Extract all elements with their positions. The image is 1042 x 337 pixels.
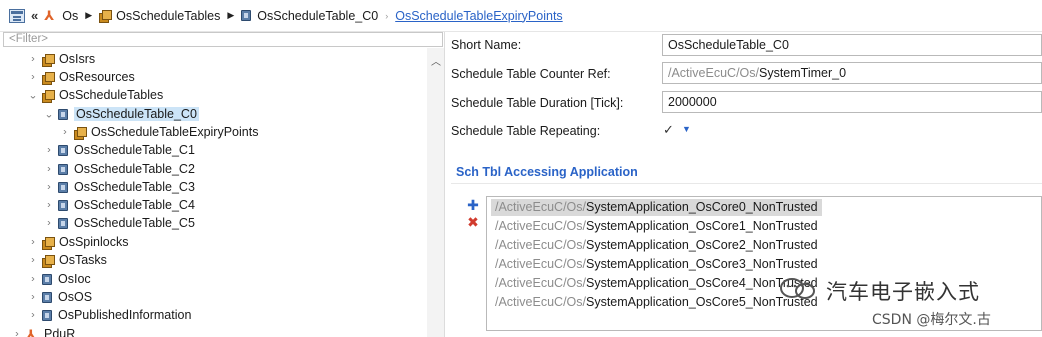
module-icon	[42, 89, 55, 103]
expand-chevron-icon[interactable]: ›	[43, 164, 55, 175]
scroll-up-icon[interactable]: ︿	[431, 53, 441, 68]
repeating-dropdown-icon[interactable]: ▼	[682, 124, 691, 134]
expand-chevron-icon[interactable]: ›	[43, 145, 55, 156]
tree-node-osscheduletable-c4[interactable]: › OsScheduleTable_C4	[43, 196, 195, 214]
list-item[interactable]: /ActiveEcuC/Os/SystemApplication_OsCore4…	[491, 275, 822, 292]
breadcrumb-item-os[interactable]: ⅄ Os ▶	[44, 9, 99, 23]
back-chevrons-icon[interactable]: «	[31, 8, 38, 23]
tree-node-osspinlocks[interactable]: › OsSpinlocks	[27, 233, 128, 251]
container-icon	[58, 199, 68, 211]
container-icon	[58, 217, 68, 229]
expand-chevron-icon[interactable]: ›	[27, 255, 39, 266]
duration-field[interactable]: 2000000	[662, 91, 1042, 113]
expand-chevron-icon[interactable]: ›	[27, 292, 39, 303]
duration-label: Schedule Table Duration [Tick]:	[451, 96, 624, 110]
tree-node-osisrs[interactable]: › OsIsrs	[27, 50, 95, 68]
breadcrumb-link-expiry-points[interactable]: OsScheduleTableExpiryPoints	[395, 9, 562, 23]
tree-node-osscheduletable-c2[interactable]: › OsScheduleTable_C2	[43, 160, 195, 178]
collapse-chevron-icon[interactable]: ⌄	[43, 108, 55, 120]
breadcrumb-item-schedule-tables[interactable]: OsScheduleTables ▶	[99, 9, 241, 23]
delete-icon[interactable]: ✖	[467, 215, 479, 229]
module-icon	[42, 254, 55, 268]
breadcrumb-separator-icon: ▶	[85, 10, 93, 20]
expand-chevron-icon[interactable]: ›	[27, 54, 39, 65]
container-icon	[58, 163, 68, 175]
tree-node-osioc[interactable]: › OsIoc	[27, 270, 91, 288]
wechat-logo-icon	[780, 278, 815, 299]
repeating-label: Schedule Table Repeating:	[451, 124, 601, 138]
section-title: Sch Tbl Accessing Application	[456, 165, 638, 179]
expand-chevron-icon[interactable]: ›	[43, 218, 55, 229]
expand-chevron-icon[interactable]: ›	[59, 127, 71, 138]
container-icon	[241, 10, 252, 21]
container-icon	[42, 291, 52, 303]
section-divider	[451, 183, 1042, 184]
module-icon	[42, 236, 55, 250]
tree-node-osos[interactable]: › OsOS	[27, 288, 92, 306]
tree-node-ostasks[interactable]: › OsTasks	[27, 251, 107, 269]
module-icon	[74, 126, 87, 140]
expand-chevron-icon[interactable]: ›	[27, 237, 39, 248]
watermark-subtitle: CSDN @梅尔文.古	[872, 312, 991, 328]
breadcrumb-item-schedule-table-c0[interactable]: OsScheduleTable_C0 ›	[241, 9, 395, 23]
tree-node-osresources[interactable]: › OsResources	[27, 68, 135, 86]
os-module-icon: ⅄	[44, 8, 55, 23]
tree-node-osscheduletable-c0[interactable]: ⌄ OsScheduleTable_C0	[43, 105, 199, 123]
add-icon[interactable]: ✚	[467, 198, 479, 212]
tree-panel: <Filter> ︿ › OsIsrs › OsResources ⌄ OsSched…	[0, 32, 445, 337]
collapse-chevron-icon[interactable]: ⌄	[27, 89, 39, 101]
tree-node-osscheduletables[interactable]: ⌄ OsScheduleTables	[27, 86, 163, 104]
show-in-tree-icon[interactable]	[9, 8, 25, 23]
expand-chevron-icon[interactable]: ›	[27, 274, 39, 285]
tree-node-pdur[interactable]: › ⅄ PduR	[11, 325, 75, 337]
repeating-checkbox[interactable]: ✓	[663, 123, 677, 137]
breadcrumb-separator-icon: ›	[385, 10, 389, 21]
counter-ref-label: Schedule Table Counter Ref:	[451, 67, 611, 81]
container-icon	[42, 309, 52, 321]
breadcrumb-bar: « ⅄ Os ▶ OsScheduleTables ▶ OsScheduleTa…	[0, 0, 1042, 32]
os-module-icon: ⅄	[26, 326, 36, 337]
counter-ref-prefix: /ActiveEcuC/Os/	[668, 66, 759, 80]
expand-chevron-icon[interactable]: ›	[43, 200, 55, 211]
module-icon	[42, 71, 55, 85]
tree-node-osscheduletable-c1[interactable]: › OsScheduleTable_C1	[43, 141, 195, 159]
expand-chevron-icon[interactable]: ›	[27, 310, 39, 321]
expand-chevron-icon[interactable]: ›	[43, 182, 55, 193]
list-item[interactable]: /ActiveEcuC/Os/SystemApplication_OsCore3…	[491, 256, 822, 273]
container-icon	[58, 144, 68, 156]
breadcrumb-separator-icon: ▶	[227, 10, 235, 20]
list-item[interactable]: /ActiveEcuC/Os/SystemApplication_OsCore2…	[491, 237, 822, 254]
list-item[interactable]: /ActiveEcuC/Os/SystemApplication_OsCore5…	[491, 294, 822, 311]
container-icon	[58, 181, 68, 193]
tree-scrollbar[interactable]: ︿	[427, 48, 444, 337]
tree-node-ospublishedinformation[interactable]: › OsPublishedInformation	[27, 306, 191, 324]
counter-ref-value: SystemTimer_0	[759, 66, 847, 80]
tree-node-expiry-points[interactable]: › OsScheduleTableExpiryPoints	[59, 123, 258, 141]
container-icon	[42, 273, 52, 285]
watermark-title: 汽车电子嵌入式	[826, 280, 980, 304]
expand-chevron-icon[interactable]: ›	[27, 72, 39, 83]
tree-node-osscheduletable-c5[interactable]: › OsScheduleTable_C5	[43, 214, 195, 232]
expand-chevron-icon[interactable]: ›	[11, 329, 23, 337]
module-icon	[42, 53, 55, 67]
counter-ref-field[interactable]: /ActiveEcuC/Os/SystemTimer_0	[662, 62, 1042, 84]
short-name-label: Short Name:	[451, 38, 522, 52]
tree-node-osscheduletable-c3[interactable]: › OsScheduleTable_C3	[43, 178, 195, 196]
module-icon	[99, 10, 113, 23]
list-item[interactable]: /ActiveEcuC/Os/SystemApplication_OsCore1…	[491, 218, 822, 235]
list-item[interactable]: /ActiveEcuC/Os/SystemApplication_OsCore0…	[491, 199, 822, 216]
container-icon	[58, 108, 68, 120]
short-name-field[interactable]: OsScheduleTable_C0	[662, 34, 1042, 56]
tree-filter-input[interactable]: <Filter>	[3, 32, 443, 47]
